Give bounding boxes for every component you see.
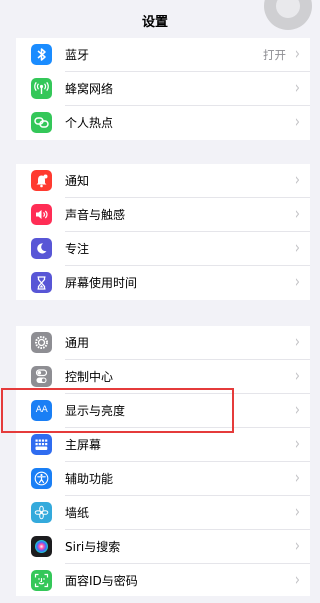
- page-title: 设置: [141, 14, 168, 30]
- hotspot-icon: [31, 112, 52, 133]
- settings-row-bluetooth[interactable]: 蓝牙 打开 ›: [16, 38, 310, 72]
- settings-row-value: 打开: [263, 48, 286, 62]
- settings-row-cellular[interactable]: 蜂窝网络 ›: [16, 72, 310, 106]
- gear-icon: [31, 332, 52, 353]
- speaker-icon: [31, 204, 52, 225]
- settings-row-focus[interactable]: 专注 ›: [16, 232, 310, 266]
- settings-row-label: 个人热点: [65, 116, 114, 130]
- cellular-icon: [31, 78, 52, 99]
- chevron-right-icon: ›: [294, 272, 300, 293]
- settings-row-accessibility[interactable]: 辅助功能 ›: [16, 462, 310, 496]
- settings-group-connectivity: 蓝牙 打开 › 蜂窝网络 › 个人热点 ›: [16, 38, 310, 140]
- settings-row-label: 辅助功能: [65, 472, 114, 486]
- settings-row-hotspot[interactable]: 个人热点 ›: [16, 106, 310, 140]
- chevron-right-icon: ›: [294, 570, 300, 591]
- settings-row-label: 面容ID与密码: [65, 574, 138, 588]
- flower-icon: [31, 502, 52, 523]
- settings-row-screen-time[interactable]: 屏幕使用时间 ›: [16, 266, 310, 300]
- bell-icon: [31, 170, 52, 191]
- settings-row-label: 屏幕使用时间: [65, 276, 138, 290]
- settings-row-siri-search[interactable]: Siri与搜索 ›: [16, 530, 310, 564]
- settings-row-notifications[interactable]: 通知 ›: [16, 164, 310, 198]
- settings-row-label: 蓝牙: [65, 48, 90, 62]
- siri-icon: [31, 536, 52, 557]
- settings-row-label: 控制中心: [65, 370, 114, 384]
- faceid-icon: [31, 570, 52, 591]
- settings-row-label: 墙纸: [65, 506, 90, 520]
- settings-row-label: 通用: [65, 336, 90, 350]
- chevron-right-icon: ›: [294, 112, 300, 133]
- settings-row-sounds[interactable]: 声音与触感 ›: [16, 198, 310, 232]
- settings-row-wallpaper[interactable]: 墙纸 ›: [16, 496, 310, 530]
- moon-icon: [31, 238, 52, 259]
- settings-row-label: 声音与触感: [65, 208, 126, 222]
- hourglass-icon: [31, 272, 52, 293]
- grid-icon: [31, 434, 52, 455]
- settings-row-face-id[interactable]: 面容ID与密码 ›: [16, 564, 310, 598]
- settings-row-control-center[interactable]: 控制中心 ›: [16, 360, 310, 394]
- settings-group-notifications: 通知 › 声音与触感 › 专注 › 屏幕使用时间 ›: [16, 164, 310, 300]
- settings-row-label: 专注: [65, 242, 90, 256]
- settings-row-label: 蜂窝网络: [65, 82, 114, 96]
- settings-row-label: 显示与亮度: [65, 404, 126, 418]
- text-size-icon: AA: [31, 400, 52, 421]
- accessibility-icon: [31, 468, 52, 489]
- settings-row-label: 主屏幕: [65, 438, 102, 452]
- bluetooth-icon: [31, 44, 52, 65]
- settings-row-home-screen[interactable]: 主屏幕 ›: [16, 428, 310, 462]
- settings-group-general: 通用 › 控制中心 › AA 显示与亮度 › 主屏幕 › 辅助功能 › 墙纸 ›…: [16, 326, 310, 596]
- toggle-icon: [31, 366, 52, 387]
- settings-row-general[interactable]: 通用 ›: [16, 326, 310, 360]
- settings-row-label: Siri与搜索: [65, 540, 121, 554]
- settings-row-display-brightness[interactable]: AA 显示与亮度 ›: [16, 394, 310, 428]
- settings-row-label: 通知: [65, 174, 90, 188]
